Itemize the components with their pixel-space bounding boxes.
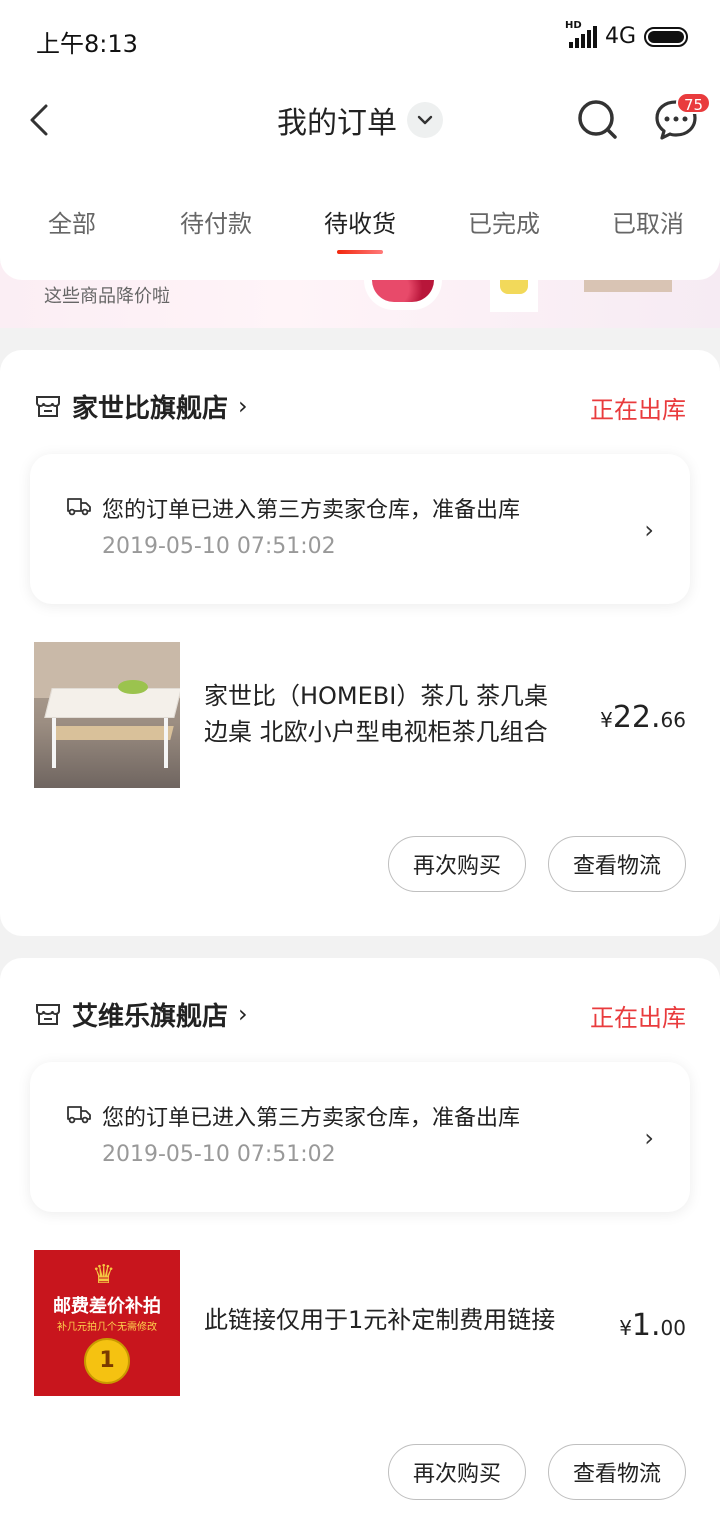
message-badge: 75 [676, 92, 712, 114]
search-icon [578, 100, 617, 139]
product-price: ¥22.66 [600, 700, 686, 735]
tab-completed[interactable]: 已完成 [432, 204, 576, 254]
chevron-right-icon: › [238, 392, 248, 420]
battery-icon [644, 26, 688, 47]
tab-label: 已取消 [612, 210, 684, 238]
chevron-right-icon: › [644, 516, 654, 544]
view-logistics-button[interactable]: 查看物流 [547, 836, 686, 892]
coin-icon: 1 [84, 1338, 130, 1384]
price-drop-text: 这些商品降价啦 [44, 286, 170, 307]
product-image-title: 邮费差价补拍 [53, 1296, 161, 1317]
order-status: 正在出库 [590, 1004, 686, 1032]
price-integer: 1. [631, 1308, 661, 1343]
price-integer: 22. [612, 700, 661, 735]
order-tabs: 全部 待付款 待收货 已完成 已取消 [0, 204, 720, 254]
chevron-right-icon: › [238, 1000, 248, 1028]
tab-pending-payment[interactable]: 待付款 [144, 204, 288, 254]
tracking-panel[interactable]: 您的订单已进入第三方卖家仓库，准备出库 2019-05-10 07:51:02 … [30, 454, 690, 604]
tab-active-indicator [337, 250, 383, 254]
product-name: 此链接仅用于1元补定制费用链接 [204, 1306, 556, 1334]
store-icon [36, 396, 60, 417]
order-actions: 再次购买 查看物流 [387, 1444, 686, 1500]
product-name: 家世比（HOMEBI）茶几 茶几桌 边桌 北欧小户型电视柜茶几组合 [204, 682, 548, 746]
shop-link[interactable]: 家世比旗舰店 › [34, 386, 686, 426]
tab-label: 全部 [48, 210, 96, 238]
chevron-right-icon: › [644, 1124, 654, 1152]
truck-icon [67, 1106, 91, 1124]
rebuy-button[interactable]: 再次购买 [387, 836, 526, 892]
signal-icon: HD [565, 20, 597, 48]
tab-all[interactable]: 全部 [0, 204, 144, 254]
crown-icon: ♛ [92, 1260, 116, 1290]
tracking-time: 2019-05-10 07:51:02 [102, 1142, 336, 1167]
rebuy-button[interactable]: 再次购买 [387, 1444, 526, 1500]
tracking-message: 您的订单已进入第三方卖家仓库，准备出库 [102, 1106, 521, 1131]
page-header: 我的订单 75 全部 待付款 待收货 已完成 已取消 [0, 80, 720, 280]
order-status: 正在出库 [590, 396, 686, 424]
price-currency: ¥ [600, 708, 613, 732]
tab-pending-receipt[interactable]: 待收货 [288, 204, 432, 254]
status-bar: 上午8:13 HD 4G [0, 0, 720, 80]
tab-label: 已完成 [468, 210, 540, 238]
status-time: 上午8:13 [36, 30, 138, 58]
promo-product-image [490, 280, 538, 312]
order-card: 家世比旗舰店 › 正在出库 您的订单已进入第三方卖家仓库，准备出库 2019-0… [0, 350, 720, 936]
tab-label: 待收货 [324, 210, 396, 238]
order-product[interactable]: 家世比（HOMEBI）茶几 茶几桌 边桌 北欧小户型电视柜茶几组合 ¥22.66 [34, 642, 686, 790]
order-card: 艾维乐旗舰店 › 正在出库 您的订单已进入第三方卖家仓库，准备出库 2019-0… [0, 958, 720, 1520]
product-image [34, 642, 180, 788]
page-title: 我的订单 [277, 106, 397, 141]
shop-name: 家世比旗舰店 [72, 393, 229, 424]
chevron-down-icon [417, 115, 433, 125]
search-button[interactable] [574, 96, 622, 144]
status-indicators: HD 4G [565, 20, 688, 49]
order-actions: 再次购买 查看物流 [387, 836, 686, 892]
product-image-subtitle: 补几元拍几个无需修改 [57, 1322, 157, 1333]
price-decimal: 00 [660, 1316, 686, 1340]
product-price: ¥1.00 [619, 1308, 686, 1343]
product-image: ♛ 邮费差价补拍 补几元拍几个无需修改 1 [34, 1250, 180, 1396]
price-decimal: 66 [660, 708, 686, 732]
store-icon [36, 1004, 60, 1025]
hd-label: HD [564, 19, 582, 31]
promo-product-image [364, 280, 442, 310]
network-type: 4G [604, 24, 636, 49]
tracking-message: 您的订单已进入第三方卖家仓库，准备出库 [102, 498, 521, 523]
tracking-panel[interactable]: 您的订单已进入第三方卖家仓库，准备出库 2019-05-10 07:51:02 … [30, 1062, 690, 1212]
tab-label: 待付款 [180, 210, 252, 238]
order-product[interactable]: ♛ 邮费差价补拍 补几元拍几个无需修改 1 此链接仅用于1元补定制费用链接 ¥1… [34, 1250, 686, 1398]
view-logistics-button[interactable]: 查看物流 [547, 1444, 686, 1500]
shop-name: 艾维乐旗舰店 [72, 1001, 229, 1032]
title-toggle[interactable] [407, 102, 443, 138]
promo-product-image [584, 280, 672, 292]
price-currency: ¥ [619, 1316, 632, 1340]
tracking-time: 2019-05-10 07:51:02 [102, 534, 336, 559]
truck-icon [67, 498, 91, 516]
tab-cancelled[interactable]: 已取消 [576, 204, 720, 254]
shop-link[interactable]: 艾维乐旗舰店 › [34, 994, 686, 1034]
